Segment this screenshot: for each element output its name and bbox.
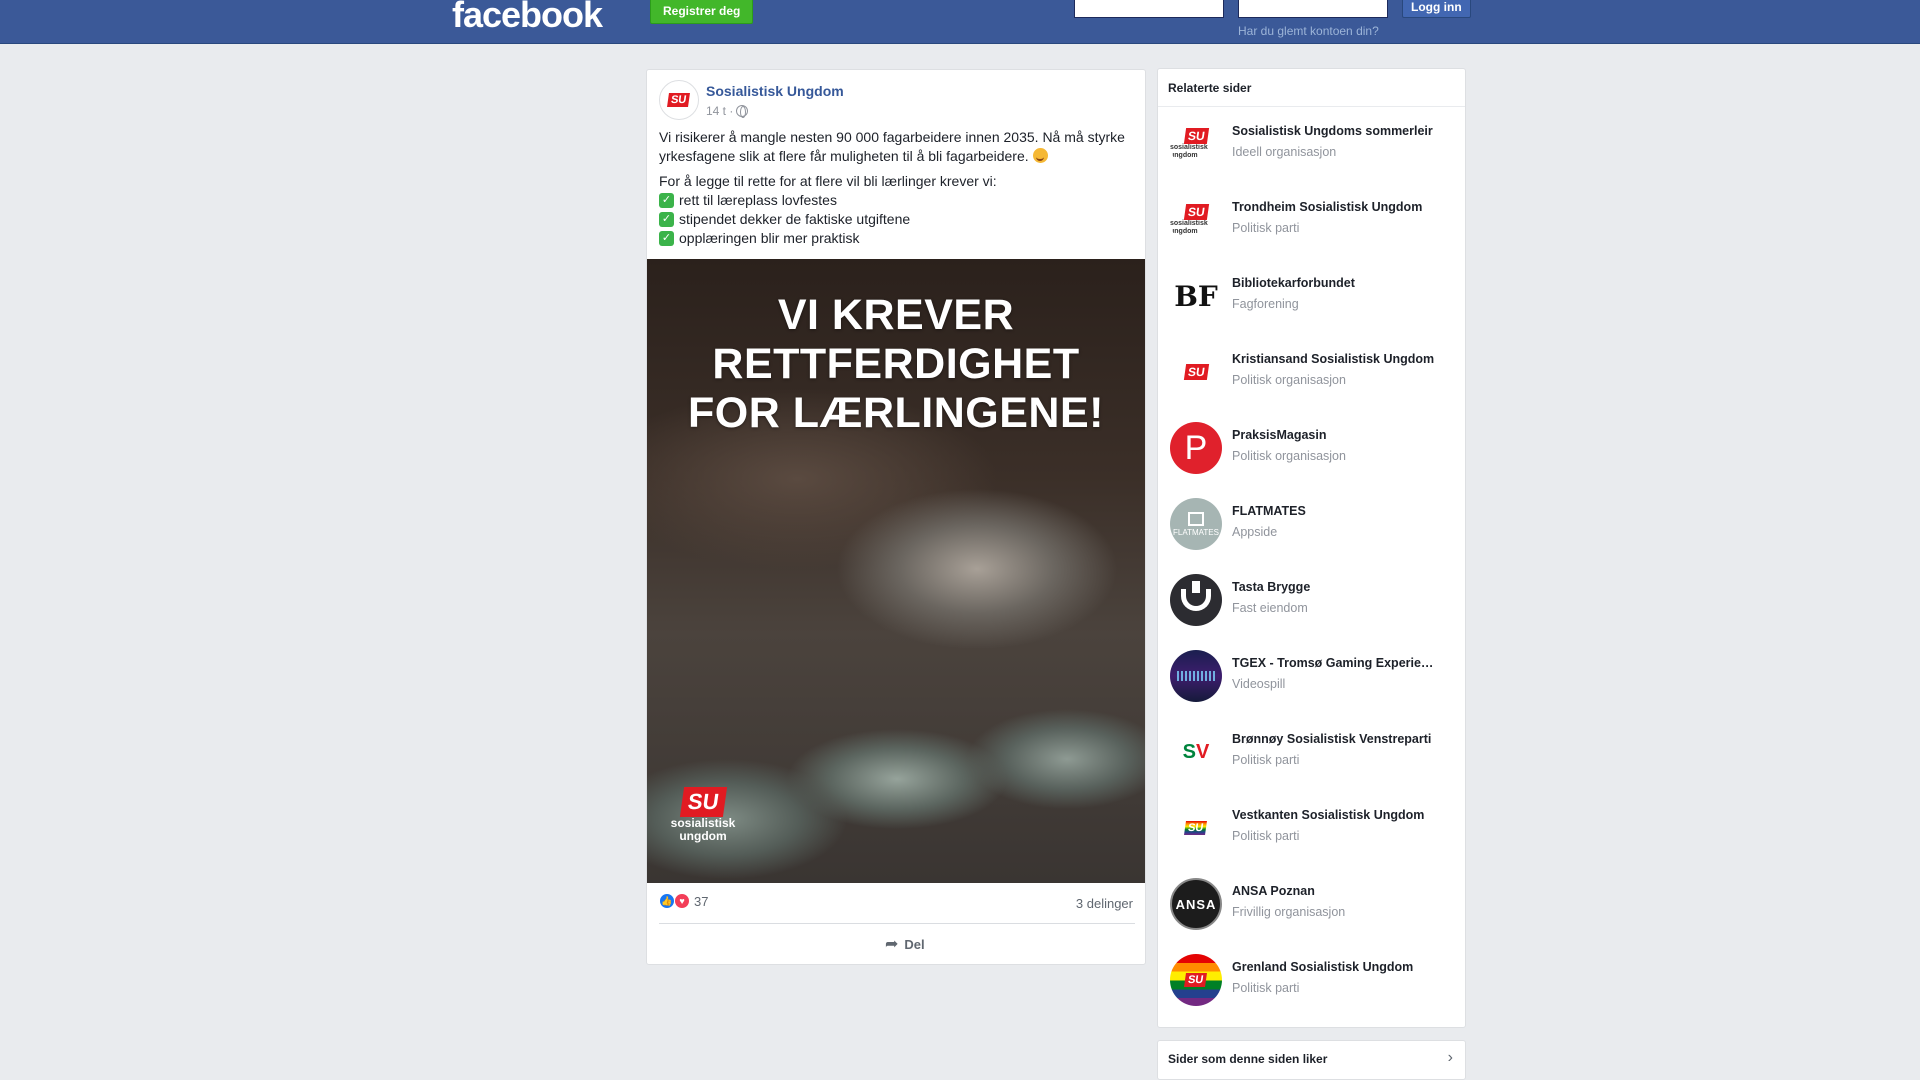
- shares-count[interactable]: 3 delinger: [1076, 896, 1133, 911]
- image-headline: VI KREVER RETTFERDIGHET FOR LÆRLINGENE!: [688, 291, 1104, 437]
- bullet-item: ✓ stipendet dekker de faktiske utgiftene: [659, 210, 1135, 229]
- page-category: Politisk parti: [1232, 221, 1300, 235]
- page-name-link[interactable]: Trondheim Sosialistisk Ungdom: [1232, 200, 1452, 214]
- password-field[interactable]: [1238, 0, 1388, 18]
- page-category: Politisk parti: [1232, 829, 1300, 843]
- liked-pages-panel[interactable]: Sider som denne siden liker ›: [1157, 1040, 1466, 1080]
- login-button[interactable]: Logg inn: [1402, 0, 1471, 18]
- page-avatar[interactable]: SU sosialistisk ungdom: [1170, 194, 1222, 246]
- related-page-item[interactable]: SV Brønnøy Sosialistisk Venstreparti Pol…: [1170, 726, 1460, 782]
- page-name-link[interactable]: ANSA Poznan: [1232, 884, 1452, 898]
- related-page-item[interactable]: SU sosialistisk ungdom Trondheim Sosialis…: [1170, 194, 1460, 250]
- page-name-link[interactable]: FLATMATES: [1232, 504, 1452, 518]
- chevron-right-icon[interactable]: ›: [1448, 1049, 1453, 1067]
- post-paragraph: Vi risikerer å mangle nesten 90 000 faga…: [659, 129, 1125, 164]
- image-su-logo: SU sosialistisk ungdom: [670, 787, 736, 843]
- related-page-item[interactable]: Tasta Brygge Fast eiendom: [1170, 574, 1460, 630]
- page-category: Videospill: [1232, 677, 1286, 691]
- check-mark-icon: ✓: [659, 212, 674, 227]
- page-category: Fagforening: [1232, 297, 1299, 311]
- page-avatar[interactable]: SU: [1170, 346, 1222, 398]
- top-navigation-bar: facebook Registrer deg Logg inn Har du g…: [0, 0, 1920, 44]
- page-category: Appside: [1232, 525, 1278, 539]
- page-avatar[interactable]: SU: [1170, 954, 1222, 1006]
- page-avatar[interactable]: [1170, 574, 1222, 626]
- page-avatar[interactable]: ANSA: [1170, 878, 1222, 930]
- page-name-link[interactable]: Tasta Brygge: [1232, 580, 1452, 594]
- reactions-summary[interactable]: 👍 ♥ 37: [659, 893, 708, 909]
- author-avatar[interactable]: SU: [659, 80, 699, 120]
- related-page-item[interactable]: P PraksisMagasin Politisk organisasjon: [1170, 422, 1460, 478]
- page-name-link[interactable]: TGEX - Tromsø Gaming Experie…: [1232, 656, 1452, 670]
- page-avatar[interactable]: FLATMATES: [1170, 498, 1222, 550]
- divider: [659, 923, 1135, 924]
- page-avatar[interactable]: [1170, 650, 1222, 702]
- globe-icon: [736, 105, 749, 118]
- smirk-emoji-icon: [1032, 148, 1048, 163]
- register-button[interactable]: Registrer deg: [650, 0, 754, 24]
- related-page-item[interactable]: SU Grenland Sosialistisk Ungdom Politisk…: [1170, 954, 1460, 1010]
- check-mark-icon: ✓: [659, 231, 674, 246]
- page-name-link[interactable]: Sosialistisk Ungdoms sommerleir: [1232, 124, 1452, 138]
- page-name-link[interactable]: Bibliotekarforbundet: [1232, 276, 1452, 290]
- post-text: Vi risikerer å mangle nesten 90 000 faga…: [659, 128, 1135, 248]
- liked-pages-title: Sider som denne siden liker: [1168, 1052, 1328, 1066]
- related-page-item[interactable]: SU sosialistisk ungdom Sosialistisk Ungdo…: [1170, 118, 1460, 174]
- page-avatar[interactable]: SU: [1170, 802, 1222, 854]
- page-avatar[interactable]: BF: [1170, 270, 1222, 322]
- related-pages-panel: Relaterte sider SU sosialistisk ungdom So…: [1157, 68, 1466, 1028]
- bullet-item: ✓ rett til læreplass lovfestes: [659, 191, 1135, 210]
- post-author-link[interactable]: Sosialistisk Ungdom: [706, 83, 844, 99]
- page-avatar[interactable]: SU sosialistisk ungdom: [1170, 118, 1222, 170]
- page-name-link[interactable]: Kristiansand Sosialistisk Ungdom: [1232, 352, 1452, 366]
- love-reaction-icon: ♥: [674, 893, 690, 909]
- facebook-logo[interactable]: facebook: [452, 0, 603, 36]
- related-page-item[interactable]: SU Kristiansand Sosialistisk Ungdom Poli…: [1170, 346, 1460, 402]
- page-category: Politisk organisasjon: [1232, 449, 1346, 463]
- post-image[interactable]: VI KREVER RETTFERDIGHET FOR LÆRLINGENE! …: [647, 259, 1145, 883]
- page-name-link[interactable]: PraksisMagasin: [1232, 428, 1452, 442]
- post-timestamp[interactable]: 14 t ·: [706, 104, 733, 118]
- page-avatar[interactable]: SV: [1170, 726, 1222, 778]
- page-category: Politisk organisasjon: [1232, 373, 1346, 387]
- related-page-item[interactable]: FLATMATES FLATMATES Appside: [1170, 498, 1460, 554]
- share-button[interactable]: ➦ Del: [885, 934, 925, 954]
- page-name-link[interactable]: Brønnøy Sosialistisk Venstreparti: [1232, 732, 1452, 746]
- page-category: Frivillig organisasjon: [1232, 905, 1346, 919]
- related-page-item[interactable]: SU Vestkanten Sosialistisk Ungdom Politi…: [1170, 802, 1460, 858]
- page-name-link[interactable]: Vestkanten Sosialistisk Ungdom: [1232, 808, 1452, 822]
- page-category: Politisk parti: [1232, 981, 1300, 995]
- post-card: SU Sosialistisk Ungdom 14 t · Vi risiker…: [646, 69, 1146, 965]
- page-name-link[interactable]: Grenland Sosialistisk Ungdom: [1232, 960, 1452, 974]
- post-paragraph: For å legge til rette for at flere vil b…: [659, 173, 997, 189]
- page-category: Fast eiendom: [1232, 601, 1308, 615]
- related-page-item[interactable]: TGEX - Tromsø Gaming Experie… Videospill: [1170, 650, 1460, 706]
- related-page-item[interactable]: BF Bibliotekarforbundet Fagforening: [1170, 270, 1460, 326]
- page-category: Ideell organisasjon: [1232, 145, 1337, 159]
- bullet-item: ✓ opplæringen blir mer praktisk: [659, 229, 1135, 248]
- related-pages-title: Relaterte sider: [1158, 69, 1465, 107]
- su-logo-mark: SU: [667, 93, 691, 107]
- page-category: Politisk parti: [1232, 753, 1300, 767]
- email-field[interactable]: [1074, 0, 1224, 18]
- reactions-count: 37: [694, 893, 709, 909]
- like-reaction-icon: 👍: [659, 893, 675, 909]
- post-meta: 14 t ·: [706, 104, 749, 118]
- check-mark-icon: ✓: [659, 193, 674, 208]
- related-page-item[interactable]: ANSA ANSA Poznan Frivillig organisasjon: [1170, 878, 1460, 934]
- forgot-account-link[interactable]: Har du glemt kontoen din?: [1238, 24, 1379, 38]
- share-arrow-icon: ➦: [885, 936, 899, 953]
- page-avatar[interactable]: P: [1170, 422, 1222, 474]
